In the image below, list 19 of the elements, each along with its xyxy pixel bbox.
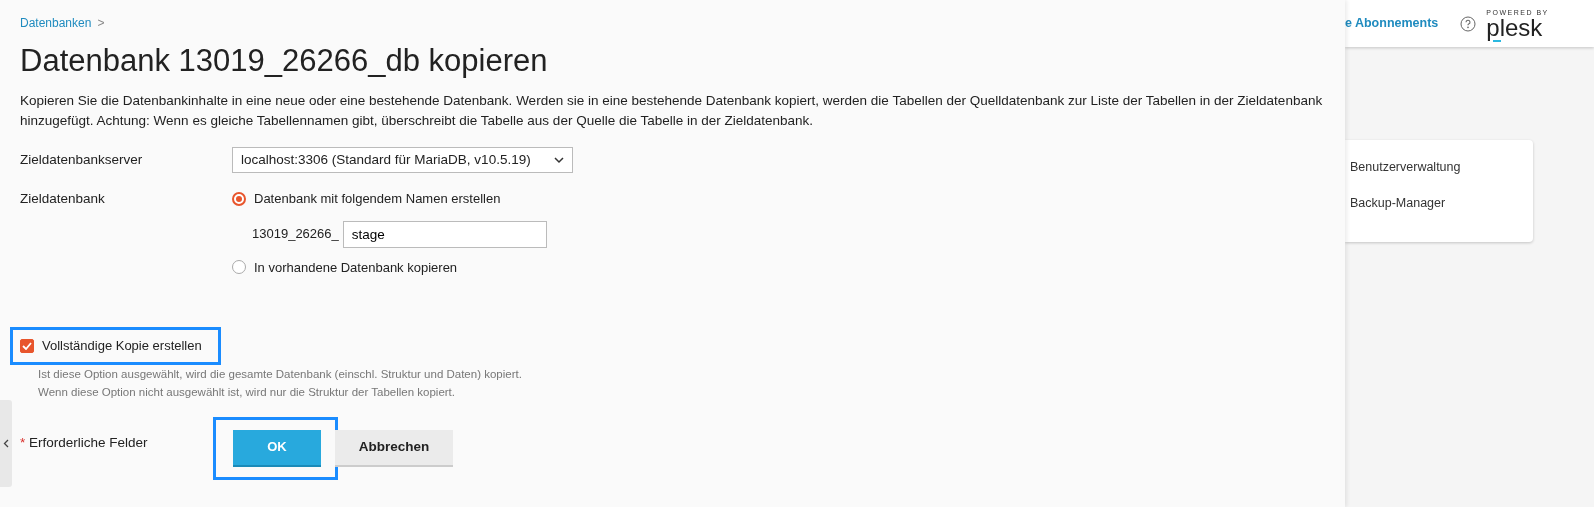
field-label: Zieldatenbankserver xyxy=(20,151,144,170)
radio-label[interactable]: In vorhandene Datenbank kopieren xyxy=(254,257,458,278)
server-select[interactable]: localhost:3306 (Standard für MariaDB, v10.5.19) xyxy=(232,147,573,174)
description-text: Kopieren Sie die Datenbankinhalte in eine neue oder eine bestehende Datenbank. Werden sie in eine bestehende Datenbank kopiert, werden die Tabellen der Quelldatenbank zur Liste der Tabellen in der Zieldatenbank hinzugefügt. Achtung: Wenn es gleiche Tabellennamen gibt, überschreibt die Tabelle aus der Quelle die Tabelle in der Zieldatenbank. xyxy=(20,92,1324,131)
breadcrumb-separator: > xyxy=(97,15,105,32)
checkbox-label[interactable]: Vollständige Kopie erstellen xyxy=(42,336,202,356)
name-prefix: 13019_26266_ xyxy=(252,225,339,244)
page-title: Datenbank 13019_26266_db kopieren xyxy=(20,42,549,80)
side-menu-item[interactable]: Backup-Manager xyxy=(1350,194,1533,212)
subscriptions-link[interactable]: e Abonnements xyxy=(1345,14,1439,33)
cancel-button[interactable]: Abbrechen xyxy=(335,429,453,467)
radio-label[interactable]: Datenbank mit folgendem Namen erstellen xyxy=(254,189,501,209)
side-menu-item[interactable]: Benutzerverwaltung xyxy=(1350,158,1533,176)
breadcrumb-link[interactable]: Datenbanken xyxy=(20,14,92,32)
name-input[interactable]: stage xyxy=(342,220,547,248)
field-label: Zieldatenbank xyxy=(20,190,106,209)
hint-text: Ist diese Option ausgewählt, wird die gesamte Datenbank (einschl. Struktur und Daten) kopiert. Wenn diese Option nicht ausgewählt ist, wird nur die Struktur der Tabellen kopiert. xyxy=(38,366,523,400)
required-note: * Erforderliche Felder xyxy=(20,434,149,453)
logo-wordmark: plesk xyxy=(1486,16,1543,39)
